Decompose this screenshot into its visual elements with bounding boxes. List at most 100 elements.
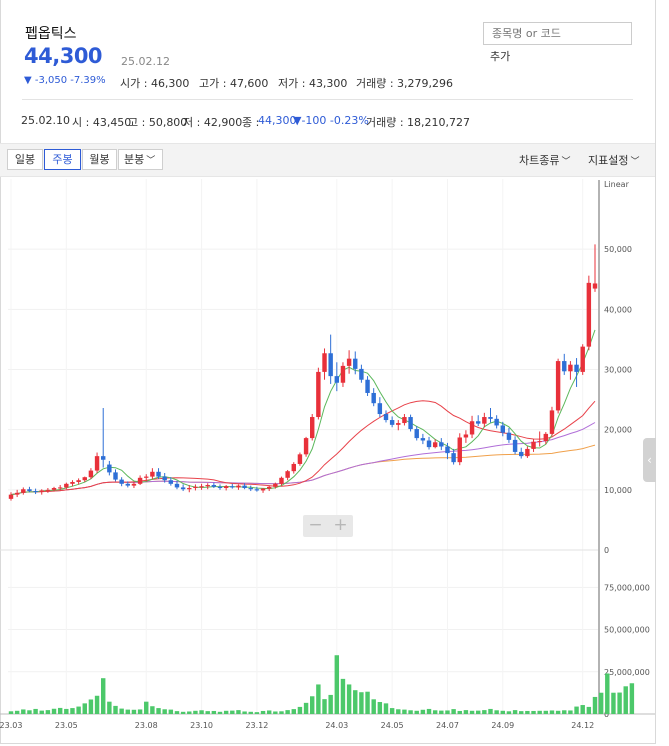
volume-bar [88, 699, 94, 714]
volume-bar [27, 710, 32, 714]
candle-body [168, 480, 174, 484]
volume-bar [334, 655, 340, 714]
candle-body [488, 417, 493, 419]
candle-body [432, 442, 438, 448]
volume-bar [568, 710, 573, 714]
time-tick-label: 24.09 [491, 721, 514, 730]
candle-body [57, 487, 63, 489]
candle-body [199, 486, 204, 488]
candle-body [383, 414, 389, 421]
candle-body [512, 439, 518, 452]
volume-bar [187, 711, 192, 714]
header-divider [22, 99, 633, 100]
hover-high: 고 : 50,800 [128, 116, 188, 129]
candle-body [549, 410, 555, 434]
period-daily-button[interactable]: 일봉 [7, 149, 43, 170]
candle-body [33, 491, 38, 493]
period-minute-dropdown[interactable]: 분봉 ﹀ [118, 149, 163, 170]
candle-body [8, 494, 14, 499]
candle-body [494, 418, 499, 426]
candle-body [156, 471, 161, 477]
volume-bar [76, 706, 81, 714]
price-tick-label: 20,000 [604, 426, 632, 435]
price-change: ▼ -3,050 -7.39% [24, 75, 106, 86]
candle-body [88, 470, 94, 478]
candle-body [291, 463, 296, 472]
high-price: 고가 : 47,600 [199, 77, 269, 90]
candle-body [205, 485, 210, 487]
candle-body [297, 454, 303, 464]
price-tick-label: 30,000 [604, 366, 632, 375]
candle-body [519, 451, 524, 457]
candle-body [14, 492, 20, 495]
side-panel-toggle[interactable]: ‹ [643, 438, 656, 482]
zoom-in-button[interactable]: + [328, 515, 353, 537]
volume-bar [562, 710, 567, 714]
candle-body [174, 483, 180, 488]
volume-bar [340, 678, 346, 714]
chart-type-label: 차트종류 [519, 154, 560, 167]
candle-body [568, 364, 573, 372]
add-stock-button[interactable]: 추가 [490, 48, 510, 64]
candle-body [94, 456, 100, 471]
candle-body [439, 442, 444, 447]
volume-bar [322, 699, 327, 714]
candle-body [482, 417, 487, 424]
time-tick-label: 23.05 [55, 721, 78, 730]
period-minute-label: 분봉 [124, 153, 145, 166]
volume-bar [457, 710, 462, 714]
candle-body [254, 489, 260, 491]
candle-body [555, 361, 561, 411]
candle-body [525, 448, 530, 457]
volume-bar [8, 711, 14, 714]
period-weekly-button[interactable]: 주봉 [44, 149, 81, 170]
candle-body [420, 438, 426, 441]
volume-bar [316, 684, 321, 714]
hover-date: 25.02.10 [21, 114, 70, 127]
indicator-settings-label: 지표설정 [588, 154, 629, 167]
volume-bar [365, 691, 370, 714]
candle-body [162, 476, 167, 481]
volume-bar [414, 710, 419, 714]
time-tick-label: 24.05 [381, 721, 404, 730]
candle-body [359, 368, 364, 380]
indicator-settings-menu[interactable]: 지표설정 ﹀ [588, 152, 640, 168]
volume-bar [64, 708, 69, 714]
candle-body [365, 379, 370, 393]
volume-bar [150, 706, 155, 714]
volume-bar [592, 696, 598, 714]
candle-body [279, 477, 284, 484]
candle-body [217, 486, 223, 489]
time-tick-label: 23.12 [245, 721, 268, 730]
candle-body [445, 446, 450, 454]
candle-body [223, 486, 229, 489]
stock-chart: Linear 50,000 40,000 30,000 20,000 10,000 0 75,… [0, 179, 655, 730]
candle-body [586, 282, 592, 347]
ma20-line [10, 400, 596, 496]
volume-bar [605, 673, 610, 714]
candle-body [592, 283, 598, 289]
volume-bar [543, 710, 549, 714]
chart-type-menu[interactable]: 차트종류 ﹀ [519, 152, 571, 168]
current-price: 44,300 [24, 44, 103, 68]
zoom-out-button[interactable]: − [303, 515, 328, 537]
volume-bar [39, 710, 44, 714]
volume-bar [451, 709, 456, 714]
volume-bar [125, 709, 131, 714]
volume-bar [285, 710, 290, 714]
period-monthly-button[interactable]: 월봉 [82, 149, 117, 170]
candle-body [371, 392, 376, 404]
volume-bar [291, 709, 296, 714]
stock-search-input[interactable] [483, 22, 632, 45]
candle-body [45, 489, 51, 491]
time-tick-label: 23.10 [190, 721, 213, 730]
candle-body [531, 441, 536, 449]
volume-bar [230, 710, 235, 714]
chevron-down-icon: ﹀ [561, 157, 571, 167]
volume-bar [408, 710, 413, 714]
volume-bar [623, 686, 628, 714]
volume-bar [389, 708, 395, 714]
volume-bar [144, 701, 149, 714]
volume-bar [33, 708, 38, 714]
candle-body [310, 417, 315, 439]
